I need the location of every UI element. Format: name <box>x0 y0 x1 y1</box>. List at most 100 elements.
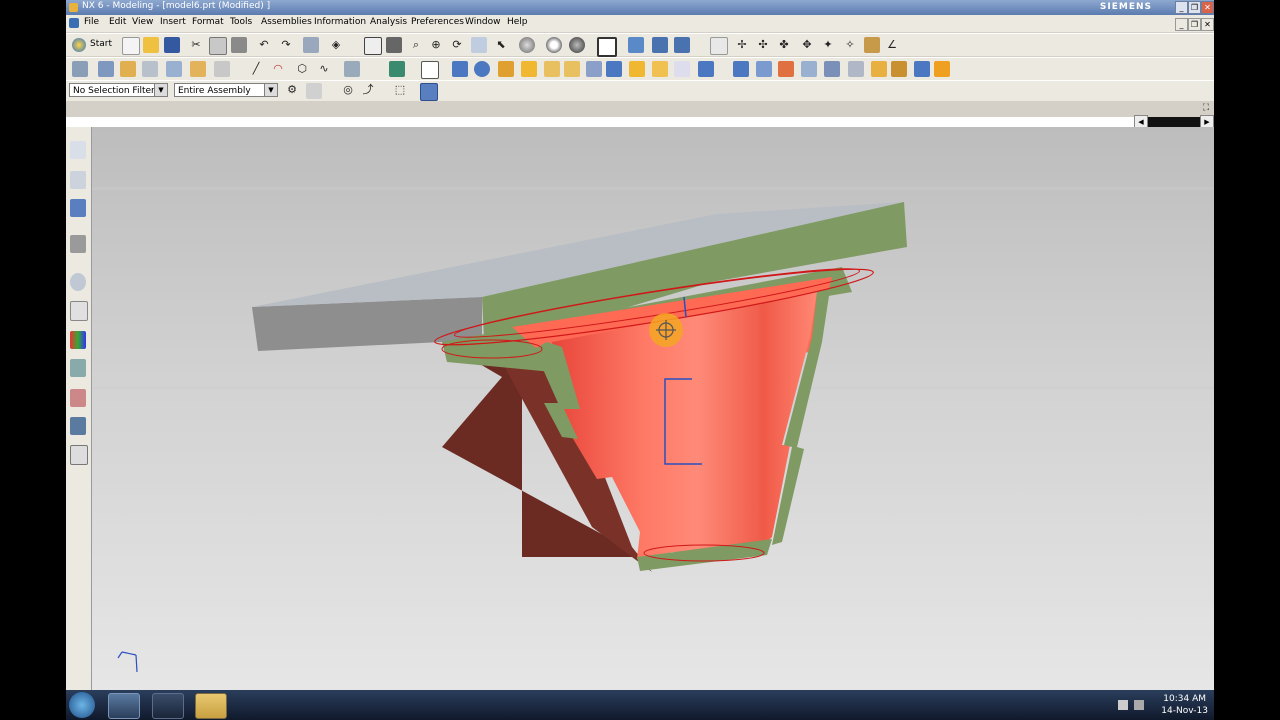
menu-file[interactable]: File <box>84 17 99 27</box>
menu-information[interactable]: Information <box>314 17 366 27</box>
tray-network-icon[interactable] <box>1118 700 1128 710</box>
fit-view-icon[interactable] <box>364 37 382 55</box>
view-layout-icon[interactable] <box>597 37 617 57</box>
chamfer-icon[interactable] <box>652 61 668 77</box>
menu-help[interactable]: Help <box>507 17 528 27</box>
general-selection-intent-icon[interactable]: ⚙ <box>284 82 300 98</box>
nx-menu-icon[interactable] <box>69 18 79 28</box>
menu-edit[interactable]: Edit <box>109 17 126 27</box>
open-folder-icon[interactable] <box>143 37 159 53</box>
center-point-icon[interactable]: ✥ <box>799 37 815 53</box>
select-icon[interactable] <box>303 37 319 53</box>
start-icon[interactable] <box>72 38 86 52</box>
hole-icon[interactable] <box>498 61 514 77</box>
zoom-in-out-icon[interactable]: ⊕ <box>428 37 444 53</box>
sweep-icon[interactable] <box>142 61 158 77</box>
paste-icon[interactable] <box>231 37 247 53</box>
menu-preferences[interactable]: Preferences <box>411 17 464 27</box>
groove-icon[interactable] <box>606 61 622 77</box>
sketch-icon[interactable] <box>72 61 88 77</box>
menu-view[interactable]: View <box>132 17 153 27</box>
show-hide-icon[interactable]: ◈ <box>328 37 344 53</box>
undo-icon[interactable]: ↶ <box>256 37 272 53</box>
scroll-track[interactable] <box>1148 117 1200 127</box>
trim-body-icon[interactable] <box>733 61 749 77</box>
csys-icon[interactable] <box>214 61 230 77</box>
menu-insert[interactable]: Insert <box>160 17 186 27</box>
offset-face-icon[interactable] <box>824 61 840 77</box>
windows-start-icon[interactable] <box>69 692 95 718</box>
datum-axis-icon[interactable] <box>190 61 206 77</box>
edge-blend-icon[interactable] <box>629 61 645 77</box>
select-features-icon[interactable] <box>306 83 322 99</box>
patch-icon[interactable] <box>891 61 907 77</box>
menu-tools[interactable]: Tools <box>230 17 252 27</box>
perspective-icon[interactable]: ⬉ <box>493 37 509 53</box>
revolve-icon[interactable] <box>120 61 136 77</box>
palette-icon[interactable] <box>70 331 86 349</box>
pocket-icon[interactable] <box>544 61 560 77</box>
doc-minimize-button[interactable]: _ <box>1175 18 1188 31</box>
constraint-navigator-icon[interactable] <box>70 171 86 189</box>
assembly-navigator-icon[interactable] <box>70 141 86 159</box>
move-face-icon[interactable] <box>914 61 930 77</box>
doc-close-button[interactable]: ✕ <box>1201 18 1214 31</box>
sphere-icon[interactable] <box>474 61 490 77</box>
split-body-icon[interactable] <box>756 61 772 77</box>
extrude-icon[interactable] <box>98 61 114 77</box>
existing-point-icon[interactable]: ✧ <box>842 37 858 53</box>
point-on-curve-icon[interactable]: ✢ <box>734 37 750 53</box>
model-view[interactable] <box>92 127 1214 690</box>
select-face-icon[interactable]: ◎ <box>340 82 356 98</box>
hd3d-tools-icon[interactable] <box>70 301 88 321</box>
taskbar-screen-recorder-icon[interactable] <box>152 693 184 719</box>
rectangle-select-icon[interactable]: ⬚ <box>392 82 408 98</box>
system-scenes-icon[interactable] <box>70 417 86 435</box>
history-icon[interactable] <box>70 273 86 291</box>
datum-plane-icon[interactable] <box>166 61 182 77</box>
pad-icon[interactable] <box>564 61 580 77</box>
cylinder-icon[interactable] <box>452 61 468 77</box>
reuse-library-icon[interactable] <box>70 235 86 253</box>
web-browser-icon[interactable] <box>70 445 88 465</box>
slot-icon[interactable] <box>586 61 602 77</box>
restore-button[interactable]: ❐ <box>1188 1 1201 14</box>
doc-restore-button[interactable]: ❐ <box>1188 18 1201 31</box>
rendering-style-icon[interactable] <box>546 37 562 53</box>
close-button[interactable]: ✕ <box>1201 1 1214 14</box>
boss-icon[interactable] <box>521 61 537 77</box>
selection-filter-dropdown[interactable]: No Selection Filter ▼ <box>69 83 168 97</box>
shaded-view-icon[interactable] <box>519 37 535 53</box>
background-icon[interactable] <box>569 37 585 53</box>
save-icon[interactable] <box>164 37 180 53</box>
system-clock[interactable]: 10:34 AM 14-Nov-13 <box>1161 693 1208 717</box>
spline-icon[interactable]: ∿ <box>316 61 332 77</box>
synchronous-icon[interactable] <box>934 61 950 77</box>
process-studio-icon[interactable] <box>70 359 86 377</box>
redo-icon[interactable]: ↷ <box>278 37 294 53</box>
boolean-icon[interactable] <box>389 61 405 77</box>
chevron-down-icon[interactable]: ▼ <box>264 84 277 96</box>
measure-angle-icon[interactable]: ∠ <box>884 37 900 53</box>
chevron-down-icon[interactable]: ▼ <box>154 84 167 96</box>
shell-icon[interactable] <box>674 61 690 77</box>
menu-window[interactable]: Window <box>465 17 501 27</box>
orient-view-icon[interactable] <box>628 37 644 53</box>
intersection-icon[interactable]: ✤ <box>776 37 792 53</box>
resize-grip-icon[interactable]: ⛶ <box>1198 100 1214 116</box>
minimize-button[interactable]: _ <box>1175 1 1188 14</box>
arc-icon[interactable]: ◠ <box>270 61 286 77</box>
line-icon[interactable]: ╱ <box>248 61 264 77</box>
draft-icon[interactable] <box>698 61 714 77</box>
rotate-icon[interactable]: ⟳ <box>449 37 465 53</box>
new-file-icon[interactable] <box>122 37 140 55</box>
mirror-icon[interactable] <box>801 61 817 77</box>
zoom-window-icon[interactable] <box>386 37 402 53</box>
measure-distance-icon[interactable] <box>864 37 880 53</box>
menu-analysis[interactable]: Analysis <box>370 17 407 27</box>
cut-icon[interactable]: ✂ <box>188 37 204 53</box>
menu-assemblies[interactable]: Assemblies <box>261 17 312 27</box>
midpoint-icon[interactable]: ✣ <box>755 37 771 53</box>
scope-dropdown[interactable]: Entire Assembly ▼ <box>174 83 278 97</box>
pan-icon[interactable] <box>471 37 487 53</box>
